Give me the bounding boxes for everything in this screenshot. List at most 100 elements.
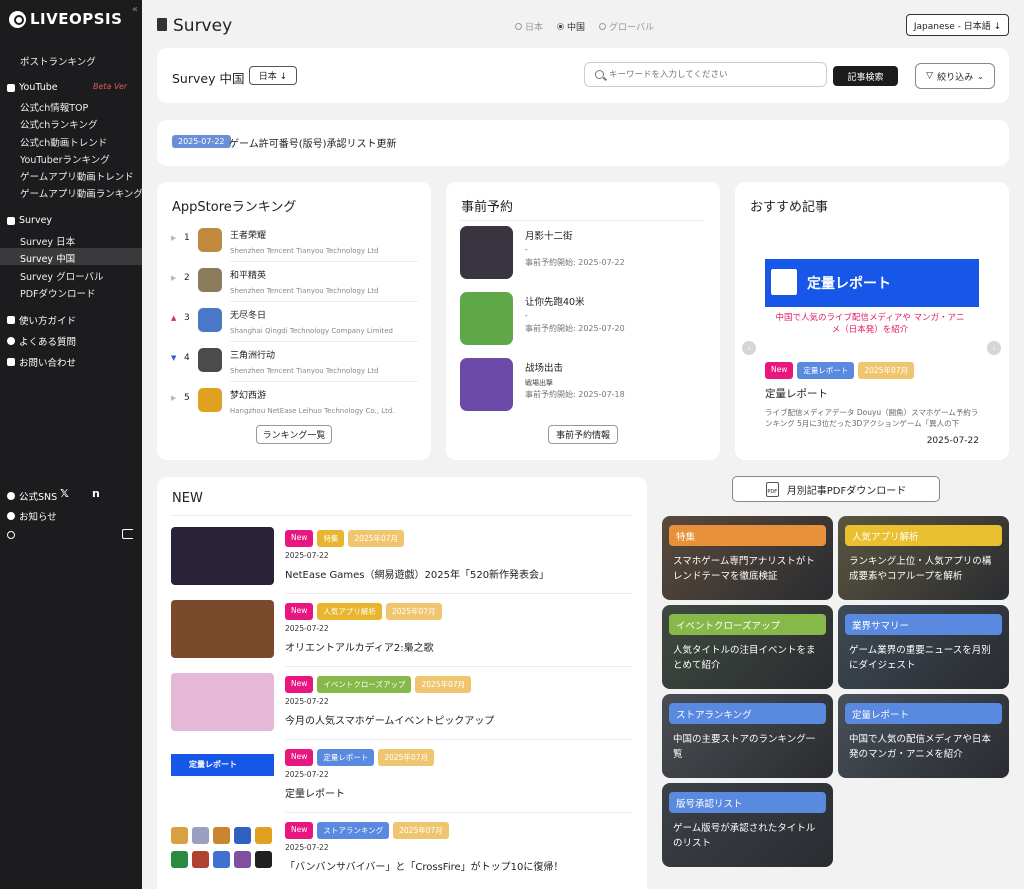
report-banner-title: 定量レポート xyxy=(807,276,891,292)
preregister-row[interactable]: 月影十二街 - 事前予約開始: 2025-07-22 xyxy=(460,226,704,281)
preregister-info-button[interactable]: 事前予約情報 xyxy=(548,425,618,444)
ranking-row[interactable]: ▶ 5 梦幻西游 Hangzhou NetEase Leihuo Technology… xyxy=(171,388,421,418)
trend-icon: ▶ xyxy=(171,274,177,282)
news-title[interactable]: オリエントアルカディア2:梟之歌 xyxy=(285,639,434,654)
chevron-down-icon: ⌄ xyxy=(977,71,984,81)
sidebar-item-official-trend[interactable]: 公式ch動画トレンド xyxy=(20,135,107,149)
sidebar-item-notice[interactable]: お知らせ xyxy=(7,509,57,523)
search-icon xyxy=(595,70,604,79)
tag-month: 2025年07月 xyxy=(378,749,434,766)
notice-bar[interactable]: 2025-07-22 ゲーム許可番号(版号)承認リスト更新 xyxy=(157,120,1009,166)
category-tile[interactable]: 定量レポート 中国で人気の配信メディアや日本発のマンガ・アニメを紹介 xyxy=(838,694,1009,778)
preregister-row[interactable]: 战场出击 戦場出撃 事前予約開始: 2025-07-18 xyxy=(460,358,704,413)
news-item[interactable]: New 特集 2025年07月 2025-07-22 NetEase Games（網易遊… xyxy=(171,527,631,589)
news-card: NEW New 特集 2025年07月 2025-07-22 NetEase Games… xyxy=(157,477,647,889)
news-title[interactable]: 定量レポート xyxy=(285,785,345,800)
category-tile[interactable]: 版号承認リスト ゲーム版号が承認されたタイトルのリスト xyxy=(662,783,833,867)
sidebar-item-contact[interactable]: お問い合わせ xyxy=(7,355,76,369)
question-icon xyxy=(7,337,15,345)
radio-icon xyxy=(599,23,607,30)
category-tile[interactable]: 人気アプリ解析 ランキング上位・人気アプリの構成要素やコアループを解析 xyxy=(838,516,1009,600)
search-button[interactable]: 記事検索 xyxy=(833,66,898,86)
document-icon xyxy=(157,18,167,31)
sidebar-item-faq[interactable]: よくある質問 xyxy=(7,334,76,348)
logo[interactable]: LIVEOPSIS xyxy=(9,10,122,28)
region-option-china[interactable]: 中国 xyxy=(557,20,585,33)
app-icon xyxy=(198,348,222,372)
sidebar-item-post-ranking[interactable]: ポストランキング xyxy=(20,54,96,68)
sidebar-item-youtuber-ranking[interactable]: YouTuberランキング xyxy=(20,152,110,166)
game-subtitle: - xyxy=(525,312,528,320)
sidebar-item-survey-global[interactable]: Survey グローバル xyxy=(20,269,103,283)
region-label: グローバル xyxy=(609,23,654,33)
ranking-list-button[interactable]: ランキング一覧 xyxy=(256,425,332,444)
divider xyxy=(460,220,704,221)
sidebar-item-youtube[interactable]: YouTube xyxy=(7,82,58,93)
category-tile[interactable]: 業界サマリー ゲーム業界の重要ニュースを月別にダイジェスト xyxy=(838,605,1009,689)
ranking-row[interactable]: ▶ 2 和平精英 Shenzhen Tencent Tianyou Technolog… xyxy=(171,268,421,298)
category-tile[interactable]: 特集 スマホゲーム専門アナリストがトレンドテーマを徹底検証 xyxy=(662,516,833,600)
sidebar-item-survey-china[interactable]: Survey 中国 xyxy=(20,251,75,265)
category-tile[interactable]: ストアランキング 中国の主要ストアのランキング一覧 xyxy=(662,694,833,778)
carousel-next-button[interactable]: › xyxy=(987,341,1001,355)
search-input[interactable] xyxy=(609,66,821,84)
news-item[interactable]: New 人気アプリ解析 2025年07月 2025-07-22 オリエントアルカディア2… xyxy=(171,600,631,662)
sidebar-item-label: お問い合わせ xyxy=(19,358,77,369)
sidebar-item-survey-japan[interactable]: Survey 日本 xyxy=(20,234,75,248)
news-thumbnail[interactable] xyxy=(171,527,274,585)
app-icon xyxy=(213,827,230,844)
region-selector: 日本 中国 グローバル xyxy=(515,20,654,33)
sidebar-item-survey[interactable]: Survey xyxy=(7,215,52,226)
filter-button[interactable]: ▽ 絞り込み ⌄ xyxy=(915,63,995,89)
tag-month: 2025年07月 xyxy=(415,676,472,693)
app-company: Shenzhen Tencent Tianyou Technology Ltd xyxy=(230,247,379,255)
recommend-article-title[interactable]: 定量レポート xyxy=(765,386,828,401)
logo-icon xyxy=(9,10,26,28)
ranking-row[interactable]: ▶ 1 王者荣耀 Shenzhen Tencent Tianyou Technolog… xyxy=(171,228,421,258)
news-title[interactable]: NetEase Games（網易遊戯）2025年「520新作発表会」 xyxy=(285,566,549,581)
notice-text[interactable]: ゲーム許可番号(版号)承認リスト更新 xyxy=(229,135,397,150)
sidebar-item-pdf-download[interactable]: PDFダウンロード xyxy=(20,286,96,300)
app-icon xyxy=(198,388,222,412)
divider xyxy=(285,666,633,667)
tag-category: 定量レポート xyxy=(317,749,375,766)
category-tile[interactable]: イベントクローズアップ 人気タイトルの注目イベントをまとめて紹介 xyxy=(662,605,833,689)
app-name: 王者荣耀 xyxy=(230,231,267,241)
sidebar-item-guide[interactable]: 使い方ガイド xyxy=(7,313,76,327)
collapse-sidebar-icon[interactable]: « xyxy=(132,4,138,15)
logout-icon[interactable] xyxy=(122,529,133,539)
x-icon[interactable]: 𝕏 xyxy=(60,487,69,500)
report-banner[interactable]: 定量レポート xyxy=(765,259,979,307)
news-item[interactable]: New イベントクローズアップ 2025年07月 2025-07-22 今月の人気スマホ… xyxy=(171,673,631,735)
language-select[interactable]: Japanese - 日本語 ↓ xyxy=(906,14,1009,36)
tag-category: ストアランキング xyxy=(317,822,390,839)
region-option-japan[interactable]: 日本 xyxy=(515,20,543,33)
region-option-global[interactable]: グローバル xyxy=(599,20,654,33)
category-label: 業界サマリー xyxy=(845,614,1002,635)
news-date: 2025-07-22 xyxy=(285,697,329,706)
sidebar-item-official-top[interactable]: 公式ch情報TOP xyxy=(20,100,88,114)
category-description: スマホゲーム専門アナリストがトレンドテーマを徹底検証 xyxy=(673,556,815,582)
ranking-row[interactable]: ▲ 3 无尽冬日 Shanghai Qingdi Technology Company… xyxy=(171,308,421,338)
appstore-ranking-card: AppStoreランキング ▶ 1 王者荣耀 Shenzhen Tencent Tia… xyxy=(157,182,431,460)
news-thumbnail[interactable] xyxy=(171,819,274,877)
ranking-row[interactable]: ▼ 4 三角洲行动 Shenzhen Tencent Tianyou Technolo… xyxy=(171,348,421,378)
news-title[interactable]: 「バンバンサバイバー」と「CrossFire」がトップ10に復帰！ xyxy=(285,858,563,873)
sidebar-item-official-ranking[interactable]: 公式chランキング xyxy=(20,117,97,131)
news-item[interactable]: 定量レポート New 定量レポート 2025年07月 2025-07-22 定量レポート xyxy=(171,746,631,808)
monthly-pdf-download-button[interactable]: PDF 月別記事PDFダウンロード xyxy=(732,476,940,502)
news-thumbnail[interactable]: 定量レポート xyxy=(171,746,274,804)
sidebar-item-game-ranking[interactable]: ゲームアプリ動画ランキング xyxy=(20,186,143,200)
carousel-prev-button[interactable]: ‹ xyxy=(742,341,756,355)
news-title[interactable]: 今月の人気スマホゲームイベントピックアップ xyxy=(285,712,494,727)
news-tags: New 定量レポート 2025年07月 xyxy=(285,749,438,766)
preregister-row[interactable]: 让你先跑40米 - 事前予約開始: 2025-07-20 xyxy=(460,292,704,347)
country-select[interactable]: 日本 ↓ xyxy=(249,66,297,85)
user-icon[interactable] xyxy=(7,531,15,539)
note-icon[interactable]: n xyxy=(92,487,100,500)
news-item[interactable]: New ストアランキング 2025年07月 2025-07-22 「バンバンサバイバー」… xyxy=(171,819,631,881)
sidebar-item-game-trend[interactable]: ゲームアプリ動画トレンド xyxy=(20,169,134,183)
news-thumbnail[interactable] xyxy=(171,600,274,658)
news-thumbnail[interactable] xyxy=(171,673,274,731)
divider xyxy=(285,739,633,740)
